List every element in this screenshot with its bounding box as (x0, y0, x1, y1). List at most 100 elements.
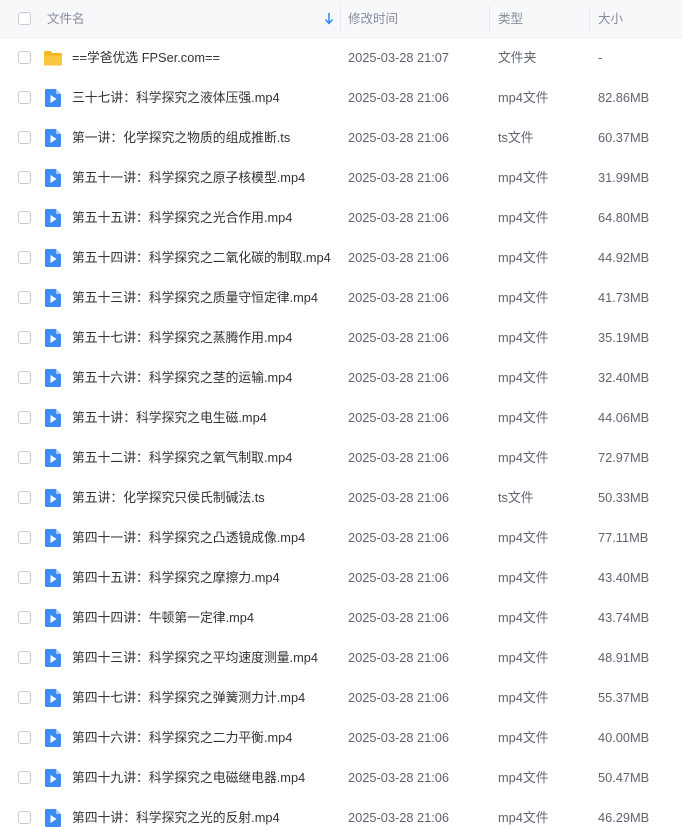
file-name[interactable]: 第五十五讲：科学探究之光合作用.mp4 (72, 198, 292, 238)
row-checkbox[interactable] (18, 291, 31, 304)
file-row[interactable]: 第四十六讲：科学探究之二力平衡.mp4 2025-03-28 21:06 mp4文件… (0, 718, 683, 758)
file-type: mp4文件 (498, 570, 549, 585)
video-file-icon (43, 88, 63, 108)
file-size: 44.92MB (598, 250, 650, 265)
video-file-icon (43, 608, 63, 628)
file-size: 32.40MB (598, 370, 650, 385)
video-file-icon (43, 728, 63, 748)
row-checkbox[interactable] (18, 371, 31, 384)
row-checkbox[interactable] (18, 491, 31, 504)
file-name[interactable]: 第四十三讲：科学探究之平均速度测量.mp4 (72, 638, 318, 678)
row-checkbox[interactable] (18, 251, 31, 264)
file-row[interactable]: 第五十六讲：科学探究之茎的运输.mp4 2025-03-28 21:06 mp4文件… (0, 358, 683, 398)
row-checkbox[interactable] (18, 411, 31, 424)
file-name[interactable]: 第四十一讲：科学探究之凸透镜成像.mp4 (72, 518, 305, 558)
file-size: 46.29MB (598, 810, 650, 825)
file-row[interactable]: 第四十讲：科学探究之光的反射.mp4 2025-03-28 21:06 mp4文件 4… (0, 798, 683, 827)
row-checkbox[interactable] (18, 531, 31, 544)
file-row[interactable]: 第四十四讲：牛顿第一定律.mp4 2025-03-28 21:06 mp4文件 43.… (0, 598, 683, 638)
row-checkbox[interactable] (18, 451, 31, 464)
file-row[interactable]: 第五十讲：科学探究之电生磁.mp4 2025-03-28 21:06 mp4文件 44… (0, 398, 683, 438)
file-name[interactable]: 第一讲：化学探究之物质的组成推断.ts (72, 118, 290, 158)
file-name[interactable]: 第五十三讲：科学探究之质量守恒定律.mp4 (72, 278, 318, 318)
file-modified-time: 2025-03-28 21:06 (348, 570, 450, 585)
file-type: mp4文件 (498, 650, 549, 665)
file-row[interactable]: 第四十一讲：科学探究之凸透镜成像.mp4 2025-03-28 21:06 mp4文… (0, 518, 683, 558)
file-size: 50.47MB (598, 770, 650, 785)
file-size: 31.99MB (598, 170, 650, 185)
file-row[interactable]: 第五讲：化学探究只侯氏制碱法.ts 2025-03-28 21:06 ts文件 50.… (0, 478, 683, 518)
file-row[interactable]: 第五十七讲：科学探究之蒸腾作用.mp4 2025-03-28 21:06 mp4文件… (0, 318, 683, 358)
row-checkbox[interactable] (18, 691, 31, 704)
row-checkbox[interactable] (18, 211, 31, 224)
file-size: 41.73MB (598, 290, 650, 305)
file-name[interactable]: 第五十四讲：科学探究之二氧化碳的制取.mp4 (72, 238, 331, 278)
file-row[interactable]: 第四十七讲：科学探究之弹簧测力计.mp4 2025-03-28 21:06 mp4文… (0, 678, 683, 718)
row-checkbox[interactable] (18, 811, 31, 824)
row-checkbox[interactable] (18, 771, 31, 784)
file-row[interactable]: 第五十五讲：科学探究之光合作用.mp4 2025-03-28 21:06 mp4文件… (0, 198, 683, 238)
file-row[interactable]: 第五十二讲：科学探究之氧气制取.mp4 2025-03-28 21:06 mp4文件… (0, 438, 683, 478)
file-type: ts文件 (498, 130, 534, 145)
file-row[interactable]: 第四十五讲：科学探究之摩擦力.mp4 2025-03-28 21:06 mp4文件 4… (0, 558, 683, 598)
row-checkbox[interactable] (18, 331, 31, 344)
video-file-icon (43, 648, 63, 668)
file-name[interactable]: 第四十五讲：科学探究之摩擦力.mp4 (72, 558, 280, 598)
column-header-name[interactable]: 文件名 (47, 0, 85, 38)
file-row[interactable]: 第四十九讲：科学探究之电磁继电器.mp4 2025-03-28 21:06 mp4文… (0, 758, 683, 798)
sort-down-arrow-icon[interactable] (324, 12, 334, 26)
file-type: mp4文件 (498, 370, 549, 385)
file-name[interactable]: 第五十六讲：科学探究之茎的运输.mp4 (72, 358, 292, 398)
column-header-size[interactable]: 大小 (598, 0, 623, 38)
row-checkbox[interactable] (18, 51, 31, 64)
file-name[interactable]: 第五十二讲：科学探究之氧气制取.mp4 (72, 438, 292, 478)
file-modified-time: 2025-03-28 21:06 (348, 450, 450, 465)
file-row[interactable]: 第五十一讲：科学探究之原子核模型.mp4 2025-03-28 21:06 mp4文… (0, 158, 683, 198)
select-all-checkbox[interactable] (18, 12, 31, 25)
row-checkbox[interactable] (18, 131, 31, 144)
file-type: mp4文件 (498, 410, 549, 425)
file-name[interactable]: 第四十四讲：牛顿第一定律.mp4 (72, 598, 254, 638)
file-name[interactable]: 三十七讲：科学探究之液体压强.mp4 (72, 78, 280, 118)
file-row[interactable]: 第一讲：化学探究之物质的组成推断.ts 2025-03-28 21:06 ts文件 6… (0, 118, 683, 158)
file-type: mp4文件 (498, 530, 549, 545)
row-checkbox[interactable] (18, 91, 31, 104)
file-size: 40.00MB (598, 730, 650, 745)
column-divider[interactable] (340, 6, 341, 32)
column-divider[interactable] (589, 6, 590, 32)
file-name[interactable]: 第五讲：化学探究只侯氏制碱法.ts (72, 478, 265, 518)
row-checkbox[interactable] (18, 571, 31, 584)
file-modified-time: 2025-03-28 21:06 (348, 810, 450, 825)
file-size: 43.74MB (598, 610, 650, 625)
file-name[interactable]: 第五十讲：科学探究之电生磁.mp4 (72, 398, 267, 438)
video-file-icon (43, 768, 63, 788)
file-name[interactable]: ==学爸优选 FPSer.com== (72, 38, 220, 78)
column-divider[interactable] (489, 6, 490, 32)
file-name[interactable]: 第五十一讲：科学探究之原子核模型.mp4 (72, 158, 305, 198)
file-row[interactable]: 第五十四讲：科学探究之二氧化碳的制取.mp4 2025-03-28 21:06 mp… (0, 238, 683, 278)
column-header-type[interactable]: 类型 (498, 0, 523, 38)
file-name[interactable]: 第四十讲：科学探究之光的反射.mp4 (72, 798, 280, 827)
file-modified-time: 2025-03-28 21:06 (348, 610, 450, 625)
row-checkbox[interactable] (18, 171, 31, 184)
row-checkbox[interactable] (18, 611, 31, 624)
file-row[interactable]: 第四十三讲：科学探究之平均速度测量.mp4 2025-03-28 21:06 mp4… (0, 638, 683, 678)
file-row[interactable]: 第五十三讲：科学探究之质量守恒定律.mp4 2025-03-28 21:06 mp4… (0, 278, 683, 318)
file-name[interactable]: 第四十九讲：科学探究之电磁继电器.mp4 (72, 758, 305, 798)
file-type: mp4文件 (498, 330, 549, 345)
file-name[interactable]: 第四十七讲：科学探究之弹簧测力计.mp4 (72, 678, 305, 718)
file-row[interactable]: 三十七讲：科学探究之液体压强.mp4 2025-03-28 21:06 mp4文件 8… (0, 78, 683, 118)
file-size: 43.40MB (598, 570, 650, 585)
video-file-icon (43, 688, 63, 708)
row-checkbox[interactable] (18, 651, 31, 664)
column-header-time[interactable]: 修改时间 (348, 0, 398, 38)
file-modified-time: 2025-03-28 21:06 (348, 770, 450, 785)
file-name[interactable]: 第四十六讲：科学探究之二力平衡.mp4 (72, 718, 292, 758)
row-checkbox[interactable] (18, 731, 31, 744)
file-size: 60.37MB (598, 130, 650, 145)
file-row[interactable]: ==学爸优选 FPSer.com== 2025-03-28 21:07 文件夹 - (0, 38, 683, 78)
file-name[interactable]: 第五十七讲：科学探究之蒸腾作用.mp4 (72, 318, 292, 358)
file-modified-time: 2025-03-28 21:06 (348, 330, 450, 345)
file-modified-time: 2025-03-28 21:06 (348, 130, 450, 145)
video-file-icon (43, 288, 63, 308)
